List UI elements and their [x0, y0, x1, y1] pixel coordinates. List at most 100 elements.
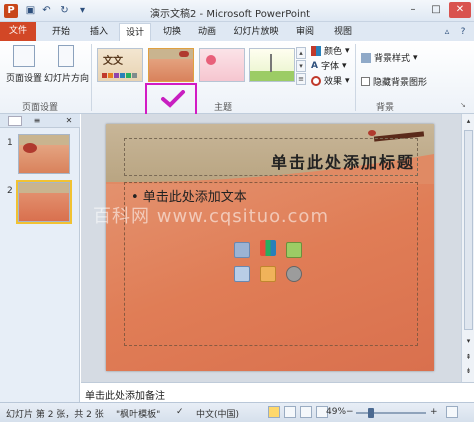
- background-styles-label: 背景样式: [374, 54, 411, 64]
- spell-check-icon[interactable]: ✓: [176, 407, 184, 417]
- tab-design[interactable]: 设计: [119, 23, 151, 41]
- slide-canvas[interactable]: 单击此处添加标题 • 单击此处添加文本: [106, 124, 434, 371]
- slide-thumbnail-1[interactable]: [18, 134, 70, 174]
- maple-leaf-icon: [368, 130, 376, 136]
- tab-file[interactable]: 文件: [0, 22, 36, 41]
- colors-icon: [311, 45, 321, 56]
- save-icon[interactable]: ▣: [24, 4, 37, 17]
- maple-leaf-icon: [179, 51, 189, 57]
- customize-qat-icon[interactable]: ▾: [76, 4, 89, 17]
- grass-shape: [250, 71, 294, 81]
- group-separator: [355, 44, 356, 111]
- tab-view[interactable]: 视图: [330, 23, 356, 41]
- group-label-background: 背景: [376, 103, 395, 113]
- hide-background-graphics-checkbox[interactable]: 隐藏背景图形: [361, 75, 427, 88]
- dialog-launcher-icon[interactable]: ↘: [460, 101, 466, 109]
- powerpoint-app-icon[interactable]: P: [4, 4, 18, 18]
- watermark-text: 百科网 www.cqsituo.com: [93, 206, 329, 227]
- background-styles-button[interactable]: 背景样式 ▾: [361, 51, 418, 64]
- zoom-slider-knob[interactable]: [368, 408, 375, 418]
- slides-tab-icon[interactable]: [8, 116, 22, 126]
- undo-icon[interactable]: ↶: [40, 4, 53, 17]
- flower-icon: [206, 55, 216, 65]
- scroll-down-icon[interactable]: ▾: [463, 336, 474, 347]
- gallery-scroll-down[interactable]: ▾: [296, 60, 306, 72]
- tab-review[interactable]: 审阅: [292, 23, 318, 41]
- zoom-out-icon[interactable]: −: [346, 407, 354, 417]
- maximize-button[interactable]: □: [425, 2, 447, 18]
- slide-number: 2: [7, 186, 13, 196]
- theme-thumbnail-4[interactable]: [249, 48, 295, 82]
- theme-thumbnail-maple[interactable]: [148, 48, 194, 82]
- status-bar: 幻灯片 第 2 张，共 2 张 "枫叶模板" ✓ 中文(中国) 49% − +: [0, 402, 474, 422]
- theme-thumbnail-3[interactable]: [199, 48, 245, 82]
- thumb-title-band: [19, 183, 69, 193]
- theme-sample-text: 文文: [103, 56, 123, 67]
- checkbox-box[interactable]: [361, 77, 370, 86]
- page-setup-label: 页面设置: [5, 74, 42, 84]
- window-title: 演示文稿2 - Microsoft PowerPoint: [150, 9, 311, 20]
- group-label-themes: 主题: [214, 103, 233, 113]
- tab-animations[interactable]: 动画: [194, 23, 220, 41]
- insert-smartart-icon[interactable]: [286, 242, 302, 258]
- slides-pane-tabs: ≡ ✕: [0, 114, 80, 128]
- checkmark-icon: [161, 90, 185, 108]
- zoom-slider[interactable]: [356, 412, 426, 414]
- insert-clipart-icon[interactable]: [260, 266, 276, 282]
- ribbon-design: 页面设置 幻灯片方向 页面设置 文文 ▴ ▾ ≡ 主题 颜色 ▾ A 字体 ▾ …: [0, 41, 474, 129]
- tab-insert[interactable]: 插入: [86, 23, 112, 41]
- theme-fonts-button[interactable]: A 字体 ▾: [311, 59, 347, 73]
- redo-icon[interactable]: ↻: [58, 4, 71, 17]
- slide-thumbnail-2[interactable]: [16, 180, 72, 224]
- slide-orientation-label: 幻灯片方向: [44, 74, 90, 84]
- hide-background-graphics-label: 隐藏背景图形: [373, 78, 428, 88]
- content-insert-icons: [234, 240, 306, 286]
- vertical-scrollbar[interactable]: ▴ ▾ ⇞ ⇟: [461, 114, 474, 382]
- effects-icon: [311, 75, 321, 86]
- help-icon[interactable]: ?: [456, 23, 470, 41]
- group-label-page-setup: 页面设置: [22, 103, 59, 113]
- maple-leaf-icon: [23, 143, 37, 153]
- close-button[interactable]: ✕: [449, 2, 471, 18]
- reading-view-icon[interactable]: [300, 406, 312, 418]
- tab-home[interactable]: 开始: [48, 23, 74, 41]
- theme-name-status: "枫叶模板": [116, 410, 161, 420]
- next-slide-icon[interactable]: ⇟: [463, 366, 474, 377]
- theme-thumbnail-1[interactable]: 文文: [97, 48, 143, 82]
- gallery-more-button[interactable]: ≡: [296, 73, 306, 85]
- title-placeholder[interactable]: 单击此处添加标题: [124, 138, 418, 176]
- previous-slide-icon[interactable]: ⇞: [463, 352, 474, 363]
- fonts-icon: A: [311, 60, 318, 71]
- zoom-in-icon[interactable]: +: [430, 407, 438, 417]
- theme-effects-button[interactable]: 效果 ▾: [311, 74, 350, 87]
- colors-label: 颜色: [324, 47, 343, 57]
- insert-picture-icon[interactable]: [234, 266, 250, 282]
- zoom-level[interactable]: 49%: [326, 407, 346, 417]
- gallery-scroll-up[interactable]: ▴: [296, 47, 306, 59]
- slide-orientation-button[interactable]: 幻灯片方向: [44, 45, 90, 84]
- page-setup-button[interactable]: 页面设置: [5, 45, 43, 84]
- fit-to-window-icon[interactable]: [446, 406, 458, 418]
- slide-sorter-view-icon[interactable]: [284, 406, 296, 418]
- background-styles-icon: [361, 52, 371, 63]
- theme-colors-button[interactable]: 颜色 ▾: [311, 44, 350, 57]
- slide-count-status: 幻灯片 第 2 张，共 2 张: [6, 410, 104, 420]
- tab-transitions[interactable]: 切换: [159, 23, 185, 41]
- effects-label: 效果: [324, 77, 343, 87]
- insert-chart-icon[interactable]: [260, 240, 276, 256]
- close-pane-icon[interactable]: ✕: [62, 116, 76, 126]
- powerpoint-window: P ▣ ↶ ↻ ▾ 演示文稿2 - Microsoft PowerPoint –…: [0, 0, 474, 422]
- insert-media-icon[interactable]: [286, 266, 302, 282]
- ribbon-minimize-icon[interactable]: ▵: [440, 23, 454, 41]
- windmill-icon: [270, 54, 272, 72]
- group-separator: [91, 44, 92, 111]
- scroll-thumb[interactable]: [464, 130, 473, 330]
- notes-pane[interactable]: 单击此处添加备注: [81, 382, 474, 402]
- outline-tab-icon[interactable]: ≡: [30, 116, 44, 126]
- scroll-up-icon[interactable]: ▴: [463, 116, 474, 127]
- insert-table-icon[interactable]: [234, 242, 250, 258]
- language-status[interactable]: 中文(中国): [196, 407, 239, 420]
- tab-slideshow[interactable]: 幻灯片放映: [230, 23, 282, 41]
- normal-view-icon[interactable]: [268, 406, 280, 418]
- minimize-button[interactable]: –: [402, 2, 424, 18]
